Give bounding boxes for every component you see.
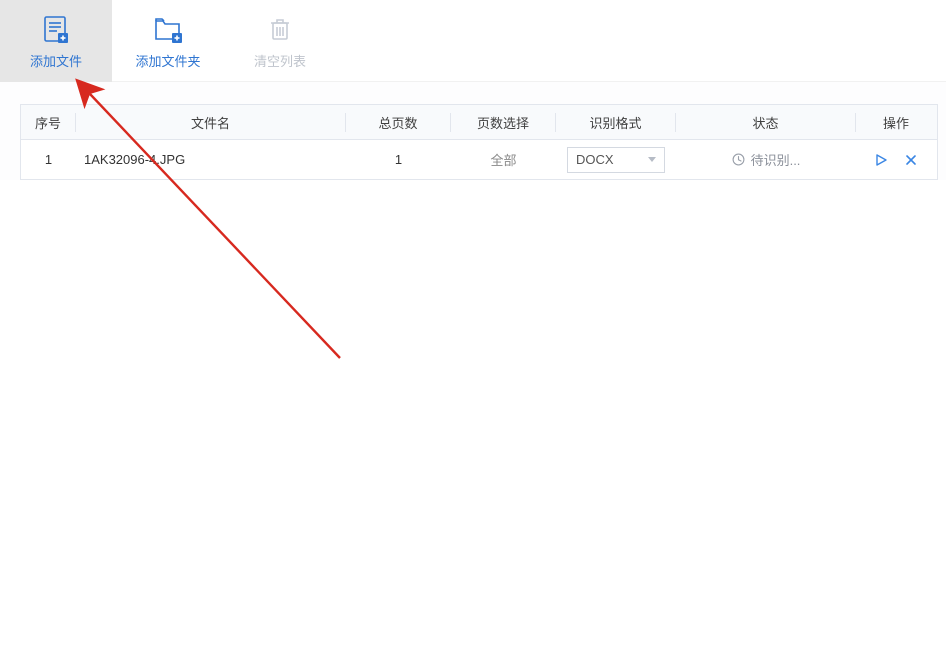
table-header-ops: 操作 <box>856 113 936 132</box>
table-header-seq: 序号 <box>21 113 76 132</box>
remove-button[interactable] <box>905 154 917 166</box>
table-header-stat: 状态 <box>676 113 856 132</box>
cell-name: 1AK32096-4.JPG <box>76 152 346 167</box>
file-table-area: 序号 文件名 总页数 页数选择 识别格式 状态 操作 1 1AK32096-4.… <box>0 82 946 180</box>
table-header-range: 页数选择 <box>451 113 556 132</box>
add-file-button[interactable]: 添加文件 <box>0 0 112 82</box>
format-select-value: DOCX <box>576 152 614 167</box>
start-button[interactable] <box>875 154 887 166</box>
table-header-name: 文件名 <box>76 113 346 132</box>
table-header-fmt: 识别格式 <box>556 113 676 132</box>
add-folder-icon <box>152 13 184 45</box>
cell-pages: 1 <box>346 152 451 167</box>
toolbar: 添加文件 添加文件夹 清空列表 <box>0 0 946 82</box>
table-header-pages: 总页数 <box>346 113 451 132</box>
add-file-icon <box>40 13 72 45</box>
add-folder-button[interactable]: 添加文件夹 <box>112 0 224 82</box>
add-folder-label: 添加文件夹 <box>135 51 200 70</box>
format-select[interactable]: DOCX <box>567 147 665 173</box>
clear-list-button[interactable]: 清空列表 <box>224 0 336 82</box>
trash-icon <box>264 13 296 45</box>
clear-list-label: 清空列表 <box>254 51 306 70</box>
cell-seq: 1 <box>21 152 76 167</box>
cell-status: 待识别... <box>676 150 856 169</box>
table-row: 1 1AK32096-4.JPG 1 全部 DOCX 待识别... <box>20 140 938 180</box>
cell-ops <box>856 154 936 166</box>
add-file-label: 添加文件 <box>30 51 82 70</box>
chevron-down-icon <box>648 157 656 162</box>
clock-icon <box>732 153 745 166</box>
cell-range[interactable]: 全部 <box>451 150 556 169</box>
table-header: 序号 文件名 总页数 页数选择 识别格式 状态 操作 <box>20 104 938 140</box>
status-text: 待识别... <box>751 150 801 169</box>
cell-fmt: DOCX <box>556 147 676 173</box>
